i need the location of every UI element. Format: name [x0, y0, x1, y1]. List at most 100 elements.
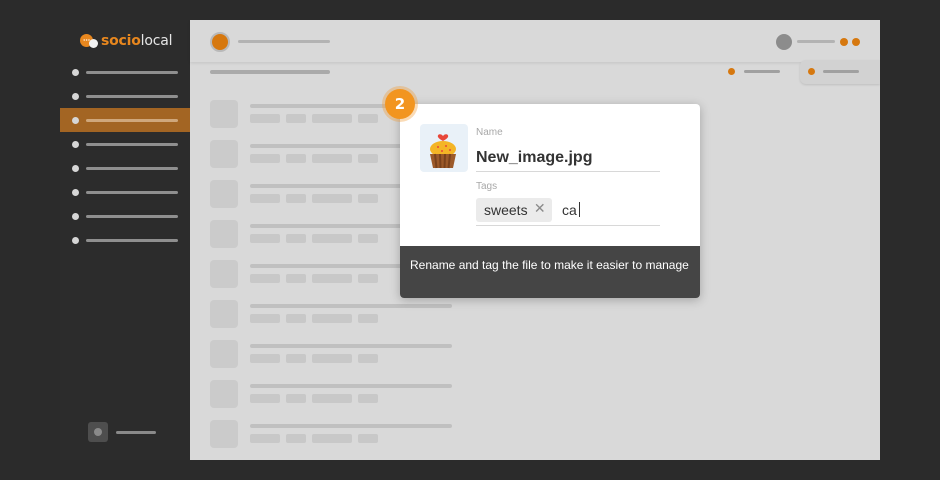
dot-icon [72, 212, 79, 220]
meta-placeholder [312, 434, 352, 443]
close-icon[interactable]: ✕ [534, 200, 546, 217]
dialog-tip: Rename and tag the file to make it easie… [400, 246, 700, 298]
file-thumbnail [210, 420, 238, 448]
sidebar-item-8[interactable] [60, 228, 190, 252]
meta-placeholder [312, 234, 352, 243]
file-thumbnail [210, 180, 238, 208]
dot-icon [72, 68, 79, 76]
meta-placeholder [286, 194, 306, 203]
meta-placeholder [312, 114, 352, 123]
sidebar-item-4[interactable] [60, 132, 190, 156]
account-name-placeholder [116, 430, 156, 434]
sidebar-item-label-placeholder [86, 214, 178, 218]
sidebar-item-7[interactable] [60, 204, 190, 228]
sidebar-item-label-placeholder [86, 70, 178, 74]
workspace-title-placeholder [238, 40, 330, 43]
meta-placeholder [358, 154, 378, 163]
sub-tab[interactable] [800, 60, 880, 84]
brand-name: sociolocal [101, 33, 172, 49]
file-thumbnail [210, 100, 238, 128]
text-caret [578, 202, 580, 217]
meta-placeholder [250, 114, 280, 123]
account-avatar[interactable] [88, 422, 108, 442]
sidebar-item-label-placeholder [86, 118, 178, 122]
meta-placeholder [250, 194, 280, 203]
tag-input-value: ca [562, 202, 577, 218]
user-avatar[interactable] [776, 34, 792, 50]
sidebar-item-6[interactable] [60, 180, 190, 204]
meta-placeholder [358, 234, 378, 243]
sidebar-item-label-placeholder [86, 166, 178, 170]
meta-placeholder [312, 394, 352, 403]
name-input[interactable] [476, 144, 660, 172]
notification-dot-icon[interactable] [840, 38, 848, 46]
dot-icon [72, 236, 79, 244]
sidebar-item-label-placeholder [86, 190, 178, 194]
list-item[interactable] [210, 300, 460, 340]
brand-logo[interactable]: sociolocal [80, 30, 172, 52]
meta-placeholder [358, 434, 378, 443]
step-number: 2 [385, 89, 415, 119]
dot-icon [72, 164, 79, 172]
brand-name-part1: socio [101, 33, 141, 49]
meta-placeholder [250, 394, 280, 403]
workspace-avatar[interactable] [210, 32, 230, 52]
sidebar-item-5[interactable] [60, 156, 190, 180]
meta-placeholder [312, 194, 352, 203]
tab-label-placeholder [823, 70, 859, 73]
dot-icon [72, 140, 79, 148]
sidebar-item-3-active[interactable] [60, 108, 190, 132]
sidebar-item-label-placeholder [86, 238, 178, 242]
meta-placeholder [358, 194, 378, 203]
tab-dot-icon [808, 68, 815, 75]
list-item[interactable] [210, 340, 460, 380]
sidebar: sociolocal [60, 20, 190, 460]
tags-field-label: Tags [476, 181, 498, 192]
sidebar-item-1[interactable] [60, 60, 190, 84]
chat-bubbles-icon [80, 33, 98, 49]
dot-icon [72, 92, 79, 100]
file-name-placeholder [250, 304, 452, 308]
step-badge: 2 [382, 86, 418, 122]
file-thumbnail [210, 380, 238, 408]
sidebar-footer[interactable] [88, 422, 156, 442]
meta-placeholder [250, 274, 280, 283]
avatar-icon [94, 428, 102, 436]
file-thumbnail [420, 124, 468, 172]
sidebar-item-label-placeholder [86, 142, 178, 146]
meta-placeholder [250, 434, 280, 443]
meta-placeholder [250, 314, 280, 323]
meta-placeholder [358, 314, 378, 323]
file-name-placeholder [250, 344, 452, 348]
sidebar-nav [60, 60, 190, 252]
list-item[interactable] [210, 380, 460, 420]
meta-placeholder [312, 274, 352, 283]
tag-input[interactable]: ca [562, 202, 580, 218]
cupcake-icon [430, 134, 456, 169]
notification-dot-icon[interactable] [852, 38, 860, 46]
list-item[interactable] [210, 420, 460, 460]
meta-placeholder [358, 274, 378, 283]
file-thumbnail [210, 340, 238, 368]
meta-placeholder [286, 234, 306, 243]
name-field-label: Name [476, 127, 503, 138]
tags-field[interactable]: sweets ✕ ca [476, 198, 660, 226]
meta-placeholder [358, 354, 378, 363]
rename-tag-dialog: Name Tags sweets ✕ ca Rename and tag the… [400, 104, 700, 298]
tag-chip[interactable]: sweets ✕ [476, 198, 552, 222]
meta-placeholder [286, 354, 306, 363]
file-name-placeholder [250, 424, 452, 428]
meta-placeholder [286, 154, 306, 163]
file-thumbnail [210, 300, 238, 328]
dot-icon [72, 116, 79, 124]
filter-dot-icon[interactable] [728, 68, 735, 75]
top-header [190, 20, 880, 62]
file-thumbnail [210, 260, 238, 288]
meta-placeholder [312, 314, 352, 323]
meta-placeholder [250, 234, 280, 243]
filter-label-placeholder[interactable] [744, 70, 780, 73]
brand-name-part2: local [140, 33, 173, 49]
sidebar-item-2[interactable] [60, 84, 190, 108]
file-thumbnail [210, 140, 238, 168]
meta-placeholder [250, 354, 280, 363]
